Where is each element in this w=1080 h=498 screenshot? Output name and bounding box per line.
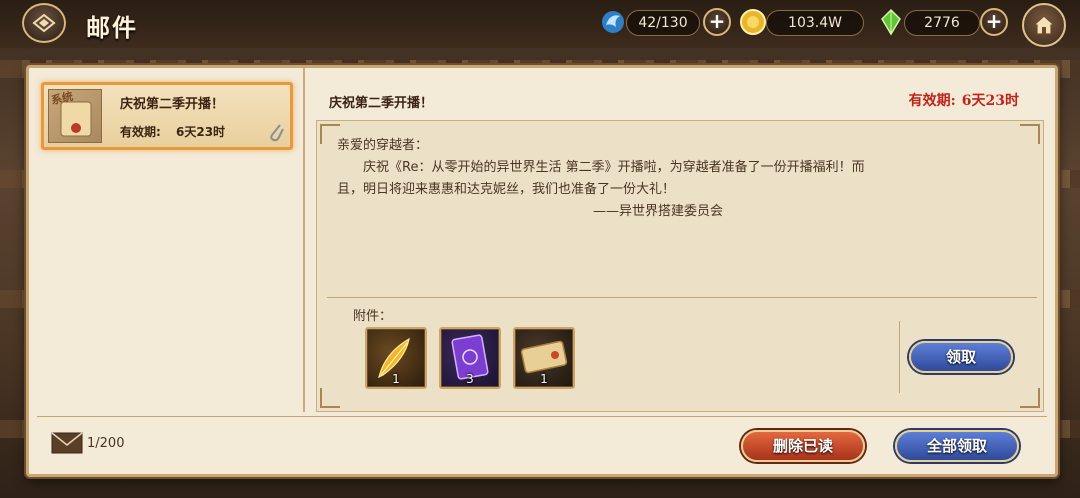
gold-coin-icon [740, 9, 766, 35]
envelope-icon [51, 432, 83, 454]
claim-all-button[interactable]: 全部领取 [895, 430, 1019, 462]
mail-signature: ——异世界搭建委员会 [593, 204, 724, 219]
expiry-label: 有效期: [908, 93, 956, 109]
stamina-value: 42/130 [626, 10, 700, 36]
divider [899, 321, 900, 393]
corner-ornament [1020, 124, 1040, 144]
menu-button[interactable] [22, 3, 66, 43]
item-count: 1 [392, 372, 400, 386]
diamond-menu-icon [32, 13, 56, 33]
top-bar: 邮件 42/130 + 103.4W 2776 + [0, 0, 1080, 48]
mail-detail-expiry: 有效期: 6天23时 [903, 90, 1019, 110]
green-crystal-icon [881, 8, 901, 36]
add-crystal-button[interactable]: + [980, 8, 1008, 36]
crystal-value: 2776 [904, 10, 980, 36]
mail-content-box: 亲爱的穿越者： 庆祝《Re：从零开始的异世界生活 第二季》开播啦，为穿越者准备了… [316, 120, 1044, 412]
mail-body: 亲爱的穿越者： 庆祝《Re：从零开始的异世界生活 第二季》开播啦，为穿越者准备了… [337, 135, 877, 223]
home-button[interactable] [1022, 3, 1066, 47]
mail-item-expiry-label: 有效期: [120, 125, 161, 139]
attachment-label: 附件： [353, 309, 393, 324]
corner-ornament [1020, 388, 1040, 408]
mail-item-expiry-value: 6天23时 [176, 125, 226, 139]
mail-list: 系统 庆祝第二季开播！ 有效期: 6天23时 [29, 68, 305, 412]
claim-button[interactable]: 领取 [909, 341, 1013, 373]
attachment-item[interactable]: 1 [513, 327, 575, 389]
add-stamina-button[interactable]: + [703, 8, 731, 36]
divider [37, 416, 1047, 417]
mail-list-item[interactable]: 系统 庆祝第二季开播！ 有效期: 6天23时 [41, 82, 293, 150]
delete-read-button[interactable]: 删除已读 [741, 430, 865, 462]
mail-greeting: 亲爱的穿越者： [337, 138, 429, 153]
expiry-value: 6天23时 [961, 93, 1019, 109]
item-count: 3 [466, 372, 474, 386]
divider [327, 297, 1037, 298]
mail-panel: 系统 庆祝第二季开播！ 有效期: 6天23时 庆祝第二季开播！ 有效期: 6天23… [26, 65, 1058, 477]
corner-ornament [320, 388, 340, 408]
attachment-item[interactable]: 3 [439, 327, 501, 389]
home-icon [1032, 15, 1056, 35]
stamina-icon [602, 11, 624, 33]
scroll-icon: 系统 [48, 89, 102, 143]
page-title: 邮件 [86, 14, 138, 42]
attachment-item[interactable]: 1 [365, 327, 427, 389]
gold-value: 103.4W [766, 10, 864, 36]
paperclip-icon [270, 124, 284, 142]
mail-detail-title: 庆祝第二季开播！ [329, 96, 434, 111]
item-count: 1 [540, 372, 548, 386]
mail-count: 1/200 [87, 436, 125, 451]
mail-item-title: 庆祝第二季开播！ [120, 97, 225, 112]
mail-paragraph: 庆祝《Re：从零开始的异世界生活 第二季》开播啦，为穿越者准备了一份开播福利！而… [337, 160, 865, 197]
